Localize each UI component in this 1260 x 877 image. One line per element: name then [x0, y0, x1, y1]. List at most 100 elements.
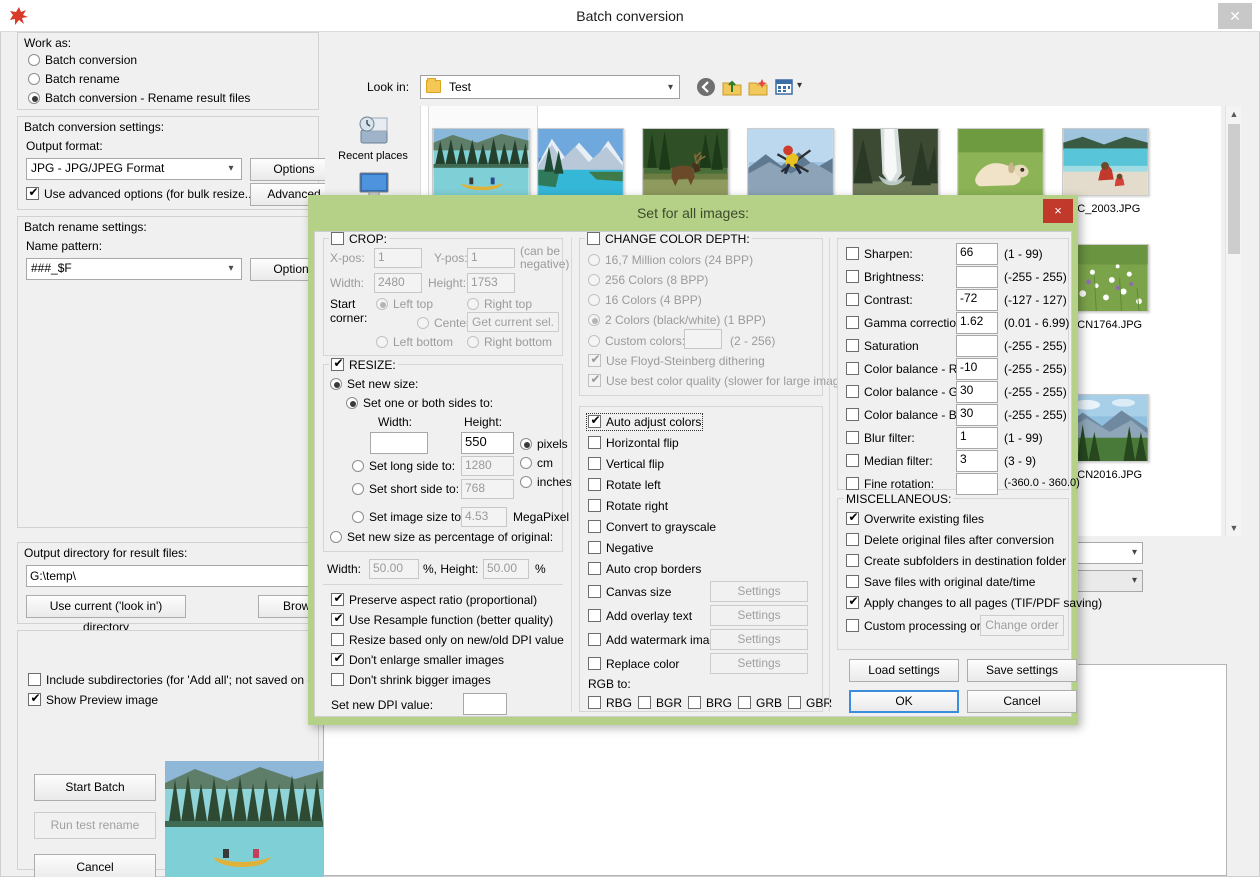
overwrite-existing-files-checkbox[interactable]: Overwrite existing files	[846, 510, 984, 526]
crop-height-input[interactable]: 1753	[467, 273, 515, 293]
ok-button[interactable]: OK	[849, 690, 959, 713]
radio-batch-rename[interactable]: Batch rename	[28, 72, 120, 86]
change-color-depth-checkbox[interactable]: CHANGE COLOR DEPTH:	[585, 232, 752, 246]
median-filter-input[interactable]: 3	[956, 450, 998, 472]
horizontal-flip-checkbox[interactable]: Horizontal flip	[588, 436, 679, 450]
canvas-size-settings-button[interactable]: Settings	[710, 581, 808, 602]
custom-processing-order-checkbox[interactable]: Custom processing order	[846, 619, 998, 633]
color-balance-g-input[interactable]: 30	[956, 381, 998, 403]
scroll-down-icon[interactable]: ▼	[1226, 520, 1242, 536]
convert-grayscale-checkbox[interactable]: Convert to grayscale	[588, 520, 716, 534]
list-item[interactable]	[428, 106, 538, 207]
change-order-button[interactable]: Change order	[980, 615, 1064, 636]
radio-corner-center[interactable]: Center	[417, 316, 470, 330]
view-mode-icon[interactable]	[773, 76, 795, 98]
dialog-cancel-button[interactable]: Cancel	[967, 690, 1077, 713]
create-subfolders-checkbox[interactable]: Create subfolders in destination folder	[846, 554, 1066, 568]
rgb-grb-checkbox[interactable]: GRB	[738, 696, 782, 710]
rgb-gbr-checkbox[interactable]: GBR	[788, 696, 832, 710]
custom-colors-input[interactable]	[684, 329, 722, 349]
image-size-input[interactable]: 4.53	[461, 507, 507, 527]
xpos-input[interactable]: 1	[374, 248, 422, 268]
use-current-directory-button[interactable]: Use current ('look in') directory	[26, 595, 186, 634]
rgb-brg-checkbox[interactable]: BRG	[688, 696, 732, 710]
run-test-rename-button[interactable]: Run test rename	[34, 812, 156, 839]
list-item[interactable]	[537, 128, 624, 203]
replace-color-settings-button[interactable]: Settings	[710, 653, 808, 674]
apply-all-pages-checkbox[interactable]: Apply changes to all pages (TIF/PDF savi…	[846, 594, 1102, 610]
canvas-size-checkbox[interactable]: Canvas size	[588, 585, 671, 599]
radio-unit-pixels[interactable]: pixels	[520, 437, 568, 451]
fine-rotation-checkbox[interactable]: Fine rotation:	[846, 477, 934, 491]
best-color-quality-checkbox[interactable]: Use best color quality (slower for large…	[588, 372, 856, 388]
dont-shrink-checkbox[interactable]: Don't shrink bigger images	[331, 673, 491, 687]
radio-set-long-side[interactable]: Set long side to:	[352, 459, 455, 473]
auto-adjust-colors-checkbox[interactable]: Auto adjust colors	[585, 413, 704, 431]
list-item[interactable]	[957, 128, 1044, 203]
radio-set-one-or-both-sides[interactable]: Set one or both sides to:	[346, 396, 493, 410]
get-current-sel-button[interactable]: Get current sel.	[467, 312, 559, 332]
short-side-input[interactable]: 768	[461, 479, 514, 499]
back-icon[interactable]	[695, 76, 717, 98]
add-overlay-text-checkbox[interactable]: Add overlay text	[588, 609, 692, 623]
load-settings-button[interactable]: Load settings	[849, 659, 959, 682]
radio-corner-left-top[interactable]: Left top	[376, 297, 433, 311]
list-item[interactable]	[852, 128, 939, 203]
sharpen-input[interactable]: 66	[956, 243, 998, 265]
window-close-button[interactable]: ✕	[1218, 3, 1252, 29]
contrast-input[interactable]: -72	[956, 289, 998, 311]
scrollbar-thumb[interactable]	[1228, 124, 1240, 254]
brightness-checkbox[interactable]: Brightness:	[846, 270, 924, 284]
rgb-rbg-checkbox[interactable]: RBG	[588, 696, 632, 710]
color-balance-r-checkbox[interactable]: Color balance - R:	[846, 362, 961, 376]
look-in-combo[interactable]: Test ▾	[420, 75, 680, 99]
auto-crop-borders-checkbox[interactable]: Auto crop borders	[588, 562, 701, 576]
secondary-combo[interactable]: ▾	[1071, 570, 1143, 592]
dont-enlarge-checkbox[interactable]: Don't enlarge smaller images	[331, 651, 504, 667]
radio-set-short-side[interactable]: Set short side to:	[352, 482, 459, 496]
sharpen-checkbox[interactable]: Sharpen:	[846, 247, 913, 261]
fine-rotation-input[interactable]	[956, 473, 998, 495]
gamma-input[interactable]: 1.62	[956, 312, 998, 334]
save-original-datetime-checkbox[interactable]: Save files with original date/time	[846, 575, 1035, 589]
crop-checkbox[interactable]: CROP:	[329, 232, 390, 246]
pct-height-input[interactable]: 50.00	[483, 559, 529, 579]
radio-24bpp[interactable]: 16,7 Million colors (24 BPP)	[588, 253, 753, 267]
delete-originals-checkbox[interactable]: Delete original files after conversion	[846, 533, 1054, 547]
rgb-bgr-checkbox[interactable]: BGR	[638, 696, 682, 710]
cancel-button[interactable]: Cancel	[34, 854, 156, 877]
list-item[interactable]	[642, 128, 729, 203]
list-item[interactable]	[747, 128, 834, 203]
ypos-input[interactable]: 1	[467, 248, 515, 268]
radio-set-image-size[interactable]: Set image size to:	[352, 510, 464, 524]
add-watermark-checkbox[interactable]: Add watermark image	[588, 633, 723, 647]
overlay-text-settings-button[interactable]: Settings	[710, 605, 808, 626]
long-side-input[interactable]: 1280	[461, 456, 514, 476]
output-directory-input[interactable]: G:\temp\	[26, 565, 326, 587]
save-settings-button[interactable]: Save settings	[967, 659, 1077, 682]
gamma-correction-checkbox[interactable]: Gamma correction:	[846, 316, 966, 330]
radio-corner-right-bottom[interactable]: Right bottom	[467, 335, 552, 349]
resize-width-input[interactable]	[370, 432, 428, 454]
view-mode-dropdown-icon[interactable]: ▾	[797, 80, 809, 92]
output-format-combo[interactable]: JPG - JPG/JPEG Format ▾	[26, 158, 242, 180]
new-folder-icon[interactable]	[747, 76, 769, 98]
dpi-input[interactable]	[463, 693, 507, 715]
scroll-up-icon[interactable]: ▲	[1226, 106, 1242, 122]
radio-custom-colors[interactable]: Custom colors:	[588, 334, 685, 348]
radio-set-new-size[interactable]: Set new size:	[330, 377, 418, 391]
blur-filter-input[interactable]: 1	[956, 427, 998, 449]
blur-filter-checkbox[interactable]: Blur filter:	[846, 431, 915, 445]
median-filter-checkbox[interactable]: Median filter:	[846, 454, 933, 468]
up-folder-icon[interactable]	[721, 76, 743, 98]
replace-color-checkbox[interactable]: Replace color	[588, 657, 679, 671]
radio-8bpp[interactable]: 256 Colors (8 BPP)	[588, 273, 708, 287]
start-batch-button[interactable]: Start Batch	[34, 774, 156, 801]
radio-corner-right-top[interactable]: Right top	[467, 297, 532, 311]
radio-batch-conversion[interactable]: Batch conversion	[28, 53, 137, 67]
brightness-input[interactable]	[956, 266, 998, 288]
resize-checkbox[interactable]: RESIZE:	[329, 356, 398, 372]
radio-corner-left-bottom[interactable]: Left bottom	[376, 335, 453, 349]
radio-unit-inches[interactable]: inches	[520, 475, 572, 489]
color-balance-b-checkbox[interactable]: Color balance - B:	[846, 408, 960, 422]
